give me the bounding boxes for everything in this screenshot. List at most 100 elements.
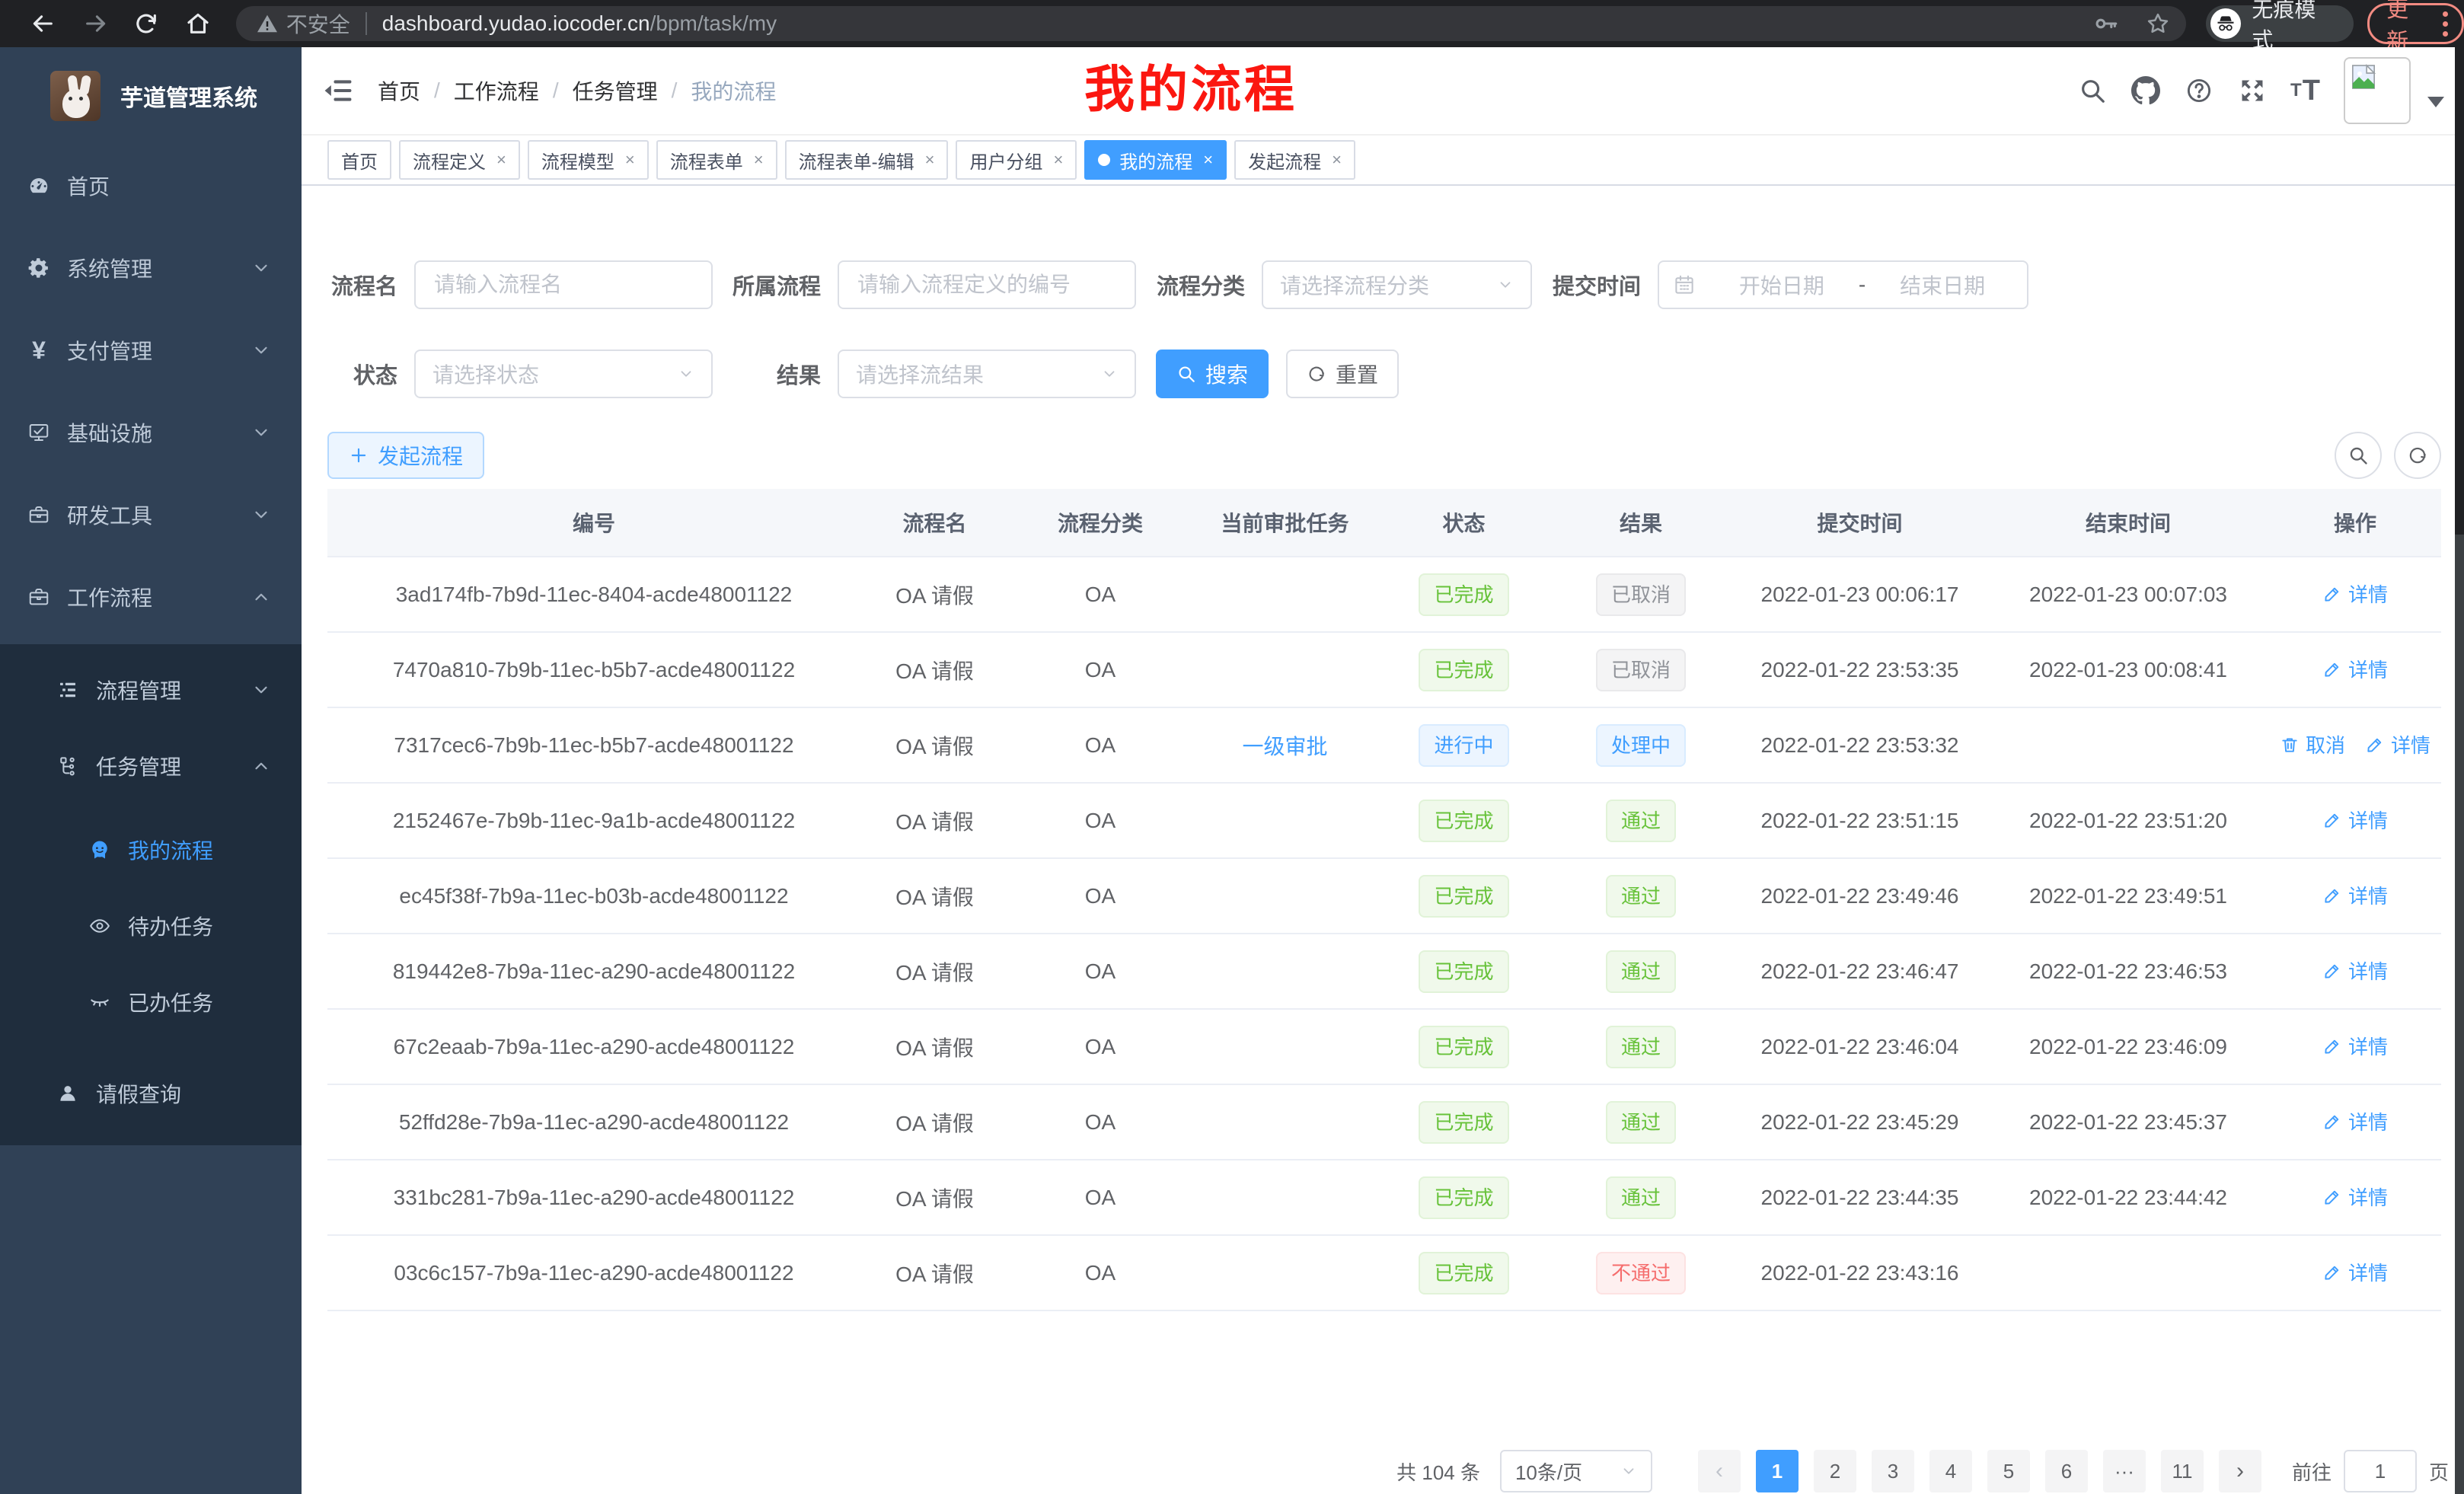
tab-close-icon[interactable]: ×: [625, 150, 635, 170]
sidebar-item-4[interactable]: 研发工具: [0, 474, 302, 556]
page-button-6[interactable]: 6: [2045, 1450, 2088, 1492]
cell-name: OA 请假: [860, 858, 1009, 934]
cell-submit-time: 2022-01-22 23:45:29: [1732, 1084, 1987, 1160]
header-search-icon[interactable]: [2076, 74, 2109, 107]
tab-0[interactable]: 首页: [327, 140, 391, 180]
row-action-detail[interactable]: 详情: [2322, 1258, 2388, 1286]
tab-1[interactable]: 流程定义×: [399, 140, 520, 180]
tab-4[interactable]: 流程表单-编辑×: [785, 140, 949, 180]
tab-7[interactable]: 发起流程×: [1234, 140, 1355, 180]
toggle-search-button[interactable]: [2335, 432, 2382, 479]
row-action-detail[interactable]: 详情: [2322, 1107, 2388, 1135]
page-button-1[interactable]: 1: [1756, 1450, 1799, 1492]
row-action-detail[interactable]: 详情: [2322, 881, 2388, 909]
sidebar-item-2[interactable]: ¥支付管理: [0, 309, 302, 391]
row-action-detail[interactable]: 详情: [2365, 730, 2430, 758]
tab-close-icon[interactable]: ×: [925, 150, 935, 170]
sidebar-item-7[interactable]: 任务管理: [0, 728, 302, 804]
window-scrollbar[interactable]: [2455, 47, 2464, 1494]
page-button-3[interactable]: 3: [1872, 1450, 1914, 1492]
github-icon[interactable]: [2129, 74, 2162, 107]
search-button[interactable]: 搜索: [1156, 350, 1269, 398]
start-date-placeholder[interactable]: 开始日期: [1711, 270, 1853, 300]
incognito-icon: [2210, 8, 2241, 39]
sidebar-item-9[interactable]: 待办任务: [0, 888, 302, 964]
tab-close-icon[interactable]: ×: [1203, 150, 1213, 170]
sidebar-item-8[interactable]: 我的流程: [0, 812, 302, 888]
sidebar-item-0[interactable]: 首页: [0, 145, 302, 227]
row-action-cancel[interactable]: 取消: [2280, 730, 2345, 758]
submit-time-range-picker[interactable]: 开始日期 - 结束日期: [1658, 260, 2028, 309]
user-menu-caret-icon[interactable]: [2427, 97, 2444, 107]
browser-home-icon[interactable]: [183, 8, 213, 39]
page-button-···[interactable]: ···: [2103, 1450, 2146, 1492]
tab-2[interactable]: 流程模型×: [528, 140, 649, 180]
page-size-select[interactable]: 10条/页: [1500, 1450, 1652, 1492]
status-badge: 已完成: [1419, 1176, 1508, 1219]
avatar[interactable]: [2344, 57, 2411, 124]
page-button-2[interactable]: 2: [1814, 1450, 1856, 1492]
sidebar-item-10[interactable]: 已办任务: [0, 964, 302, 1040]
process-name-input[interactable]: [414, 260, 713, 309]
end-date-placeholder[interactable]: 结束日期: [1872, 270, 2013, 300]
breadcrumb-item-2[interactable]: 任务管理: [573, 75, 658, 106]
sidebar-item-6[interactable]: 流程管理: [0, 652, 302, 728]
refresh-table-button[interactable]: [2394, 432, 2441, 479]
address-bar[interactable]: 不安全 dashboard.yudao.iocoder.cn/bpm/task/…: [236, 6, 2187, 41]
task-link[interactable]: 一级审批: [1242, 735, 1327, 758]
font-size-icon[interactable]: TT: [2289, 74, 2322, 107]
page-button-5[interactable]: 5: [1987, 1450, 2030, 1492]
goto-page-input[interactable]: [2344, 1450, 2417, 1492]
page-button-4[interactable]: 4: [1929, 1450, 1972, 1492]
sidebar-item-5[interactable]: 工作流程: [0, 556, 302, 638]
sidebar-collapse-icon[interactable]: [321, 74, 355, 107]
password-key-icon[interactable]: [2093, 11, 2119, 37]
status-badge: 已完成: [1419, 1101, 1508, 1144]
tab-6[interactable]: 我的流程×: [1084, 140, 1227, 180]
app-logo[interactable]: [50, 71, 101, 121]
prev-page-button[interactable]: ‹: [1698, 1450, 1741, 1492]
not-secure-warning-icon[interactable]: [256, 12, 279, 35]
tab-close-icon[interactable]: ×: [496, 150, 506, 170]
breadcrumb-item-1[interactable]: 工作流程: [454, 75, 539, 106]
tab-close-icon[interactable]: ×: [1053, 150, 1063, 170]
tab-5[interactable]: 用户分组×: [956, 140, 1077, 180]
process-category-select[interactable]: 请选择流程分类: [1262, 260, 1532, 309]
chrome-update-button[interactable]: 更新: [2367, 3, 2464, 44]
help-icon[interactable]: [2182, 74, 2216, 107]
sidebar-item-3[interactable]: 基础设施: [0, 391, 302, 474]
row-action-detail[interactable]: 详情: [2322, 655, 2388, 683]
result-label: 结果: [729, 358, 821, 390]
bookmark-star-icon[interactable]: [2145, 11, 2171, 37]
fullscreen-icon[interactable]: [2236, 74, 2269, 107]
process-name-field[interactable]: [432, 272, 694, 298]
tab-3[interactable]: 流程表单×: [656, 140, 777, 180]
row-action-detail[interactable]: 详情: [2322, 956, 2388, 985]
sidebar-item-11[interactable]: 请假查询: [0, 1055, 302, 1132]
row-action-detail[interactable]: 详情: [2322, 1032, 2388, 1060]
sidebar-item-1[interactable]: 系统管理: [0, 227, 302, 309]
breadcrumb-item-0[interactable]: 首页: [378, 75, 420, 106]
row-action-detail[interactable]: 详情: [2322, 579, 2388, 608]
process-definition-field[interactable]: [856, 272, 1118, 298]
cell-result: 通过: [1550, 783, 1732, 858]
cell-task: [1192, 557, 1378, 632]
status-select[interactable]: 请选择状态: [414, 350, 713, 398]
row-action-detail[interactable]: 详情: [2322, 806, 2388, 834]
scrollbar-thumb[interactable]: [2455, 47, 2464, 535]
row-action-detail[interactable]: 详情: [2322, 1183, 2388, 1211]
next-page-button[interactable]: ›: [2219, 1450, 2261, 1492]
start-process-button[interactable]: 发起流程: [327, 432, 484, 479]
browser-forward-icon[interactable]: [81, 8, 111, 39]
reset-button[interactable]: 重置: [1286, 350, 1399, 398]
process-definition-input[interactable]: [838, 260, 1136, 309]
result-select[interactable]: 请选择流结果: [838, 350, 1136, 398]
page-button-11[interactable]: 11: [2161, 1450, 2204, 1492]
edit-icon: [2322, 1036, 2342, 1056]
tab-close-icon[interactable]: ×: [1332, 150, 1342, 170]
tab-close-icon[interactable]: ×: [754, 150, 764, 170]
chevron-down-icon: [1497, 276, 1514, 293]
browser-reload-icon[interactable]: [131, 8, 161, 39]
chrome-menu-icon[interactable]: [2443, 11, 2453, 37]
browser-back-icon[interactable]: [27, 8, 58, 39]
